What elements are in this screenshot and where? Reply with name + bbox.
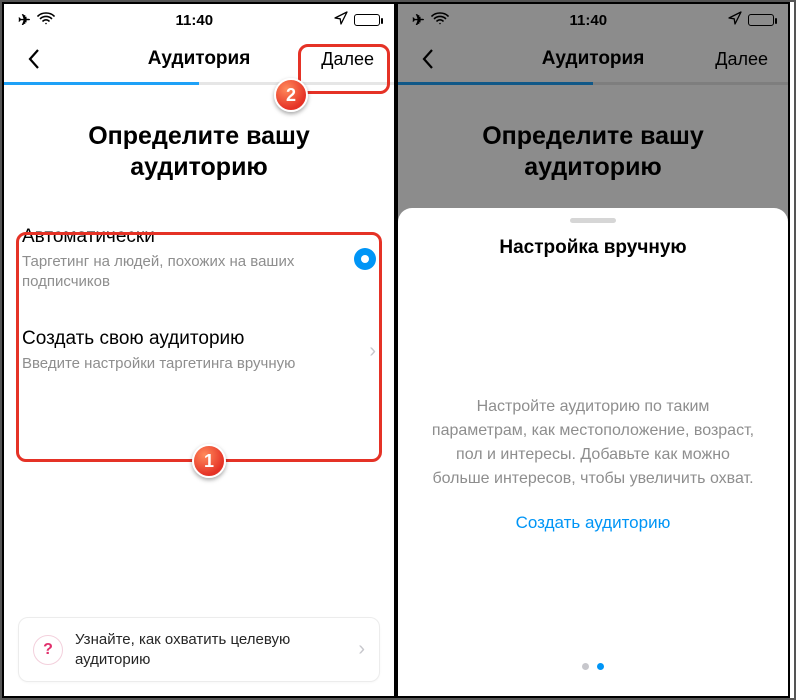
back-button[interactable]: [12, 37, 56, 81]
question-icon: ?: [33, 635, 63, 665]
chevron-right-icon: ›: [369, 340, 376, 363]
sheet-title: Настройка вручную: [424, 237, 762, 259]
create-audience-link[interactable]: Создать аудиторию: [516, 513, 671, 533]
option-title: Создать свою аудиторию: [22, 328, 357, 350]
option-subtitle: Введите настройки таргетинга вручную: [22, 354, 302, 374]
chevron-right-icon: ›: [358, 638, 365, 661]
tip-text: Узнайте, как охватить целевую аудиторию: [75, 630, 346, 669]
option-subtitle: Таргетинг на людей, похожих на ваших под…: [22, 252, 302, 293]
annotation-badge-1: 1: [192, 444, 226, 478]
learn-more-card[interactable]: ? Узнайте, как охватить целевую аудитори…: [18, 617, 380, 682]
wifi-icon: [37, 12, 55, 29]
progress-bar: [4, 82, 394, 85]
dot-active: [597, 663, 604, 670]
option-title: Автоматически: [22, 226, 342, 248]
nav-bar: Аудитория Далее: [4, 36, 394, 82]
audience-options: Автоматически Таргетинг на людей, похожи…: [4, 212, 394, 391]
status-bar: ✈︎ 11:40: [4, 4, 394, 36]
sheet-grabber[interactable]: [570, 218, 616, 223]
status-time: 11:40: [55, 12, 334, 29]
dot: [582, 663, 589, 670]
manual-setup-sheet: Настройка вручную Настройте аудиторию по…: [398, 208, 788, 696]
battery-icon: [354, 14, 380, 26]
airplane-icon: ✈︎: [18, 11, 31, 29]
phone-right: ✈︎ 11:40 Аудитория Далее Определ: [396, 2, 790, 698]
location-icon: [334, 11, 348, 29]
next-button[interactable]: Далее: [309, 43, 386, 76]
page-indicator: [424, 663, 762, 676]
option-automatic[interactable]: Автоматически Таргетинг на людей, похожи…: [22, 212, 376, 309]
radio-selected-icon: [354, 248, 376, 270]
option-create-own[interactable]: Создать свою аудиторию Введите настройки…: [22, 314, 376, 390]
page-heading: Определите вашу аудиторию: [4, 85, 394, 212]
sheet-description: Настройте аудиторию по таким параметрам,…: [430, 395, 756, 491]
phone-left: ✈︎ 11:40 Аудитория Далее Определ: [2, 2, 396, 698]
